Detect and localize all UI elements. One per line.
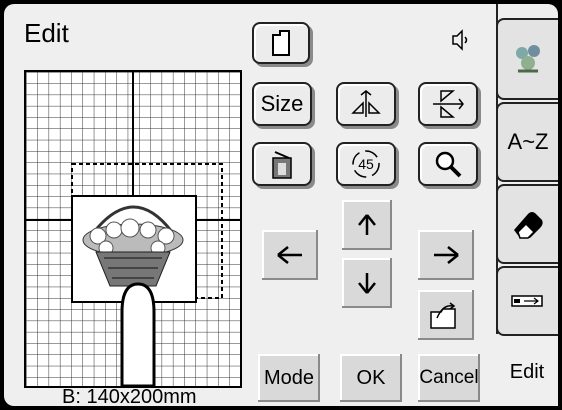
mode-button[interactable]: Mode <box>258 354 320 402</box>
arrow-up-icon <box>358 214 376 235</box>
tab-embroidery-pattern[interactable] <box>496 18 558 100</box>
speaker-icon[interactable] <box>450 28 470 57</box>
move-up-button[interactable] <box>342 200 392 250</box>
trash-icon <box>272 151 292 179</box>
mirror-horizontal-icon <box>351 90 381 117</box>
arrow-left-icon <box>277 246 302 264</box>
mirror-horizontal-button[interactable] <box>336 82 396 126</box>
ok-button[interactable]: OK <box>340 354 402 402</box>
size-readout: B: 140x200mm <box>62 386 197 406</box>
tab-usb[interactable] <box>496 266 558 336</box>
edit-screen: Edit B: 140x200mm Size 45 Mode OK Cancel <box>4 4 558 406</box>
tab-alphabet-label: A~Z <box>507 129 549 154</box>
arrow-right-icon <box>434 246 459 264</box>
tab-alphabet[interactable]: A~Z <box>496 102 558 182</box>
usb-icon <box>511 295 543 307</box>
mirror-vertical-icon <box>433 90 464 118</box>
rotate-button[interactable]: 45 <box>336 142 396 186</box>
eraser-icon <box>514 212 543 239</box>
flower-pattern-icon <box>516 45 540 73</box>
zoom-button[interactable] <box>418 142 478 186</box>
tab-bar: A~Z Edit <box>496 4 558 406</box>
move-left-button[interactable] <box>262 230 318 280</box>
size-button-label: Size <box>260 91 304 116</box>
page-title: Edit <box>24 18 69 48</box>
cancel-button[interactable]: Cancel <box>418 354 480 402</box>
finger-graphic <box>120 282 156 386</box>
ok-button-label: OK <box>356 366 386 389</box>
save-button[interactable] <box>418 290 474 340</box>
embroidery-preview[interactable] <box>24 70 242 388</box>
mirror-vertical-button[interactable] <box>418 82 478 126</box>
new-document-icon <box>272 30 290 56</box>
new-button[interactable] <box>252 22 310 64</box>
rotate-icon: 45 <box>352 150 380 178</box>
embroidery-grid <box>26 72 240 386</box>
cancel-button-label: Cancel <box>419 367 479 388</box>
tab-eraser[interactable] <box>496 184 558 264</box>
rotate-45-label: 45 <box>358 156 374 172</box>
delete-button[interactable] <box>252 142 312 186</box>
move-down-button[interactable] <box>342 258 392 308</box>
size-button[interactable]: Size <box>252 82 312 126</box>
mode-button-label: Mode <box>263 366 315 389</box>
tab-edit-label: Edit <box>509 360 545 383</box>
folder-save-icon <box>430 302 456 329</box>
magnifier-icon <box>435 151 462 178</box>
arrow-down-icon <box>358 273 376 294</box>
tab-edit[interactable]: Edit <box>496 338 558 406</box>
move-right-button[interactable] <box>418 230 474 280</box>
